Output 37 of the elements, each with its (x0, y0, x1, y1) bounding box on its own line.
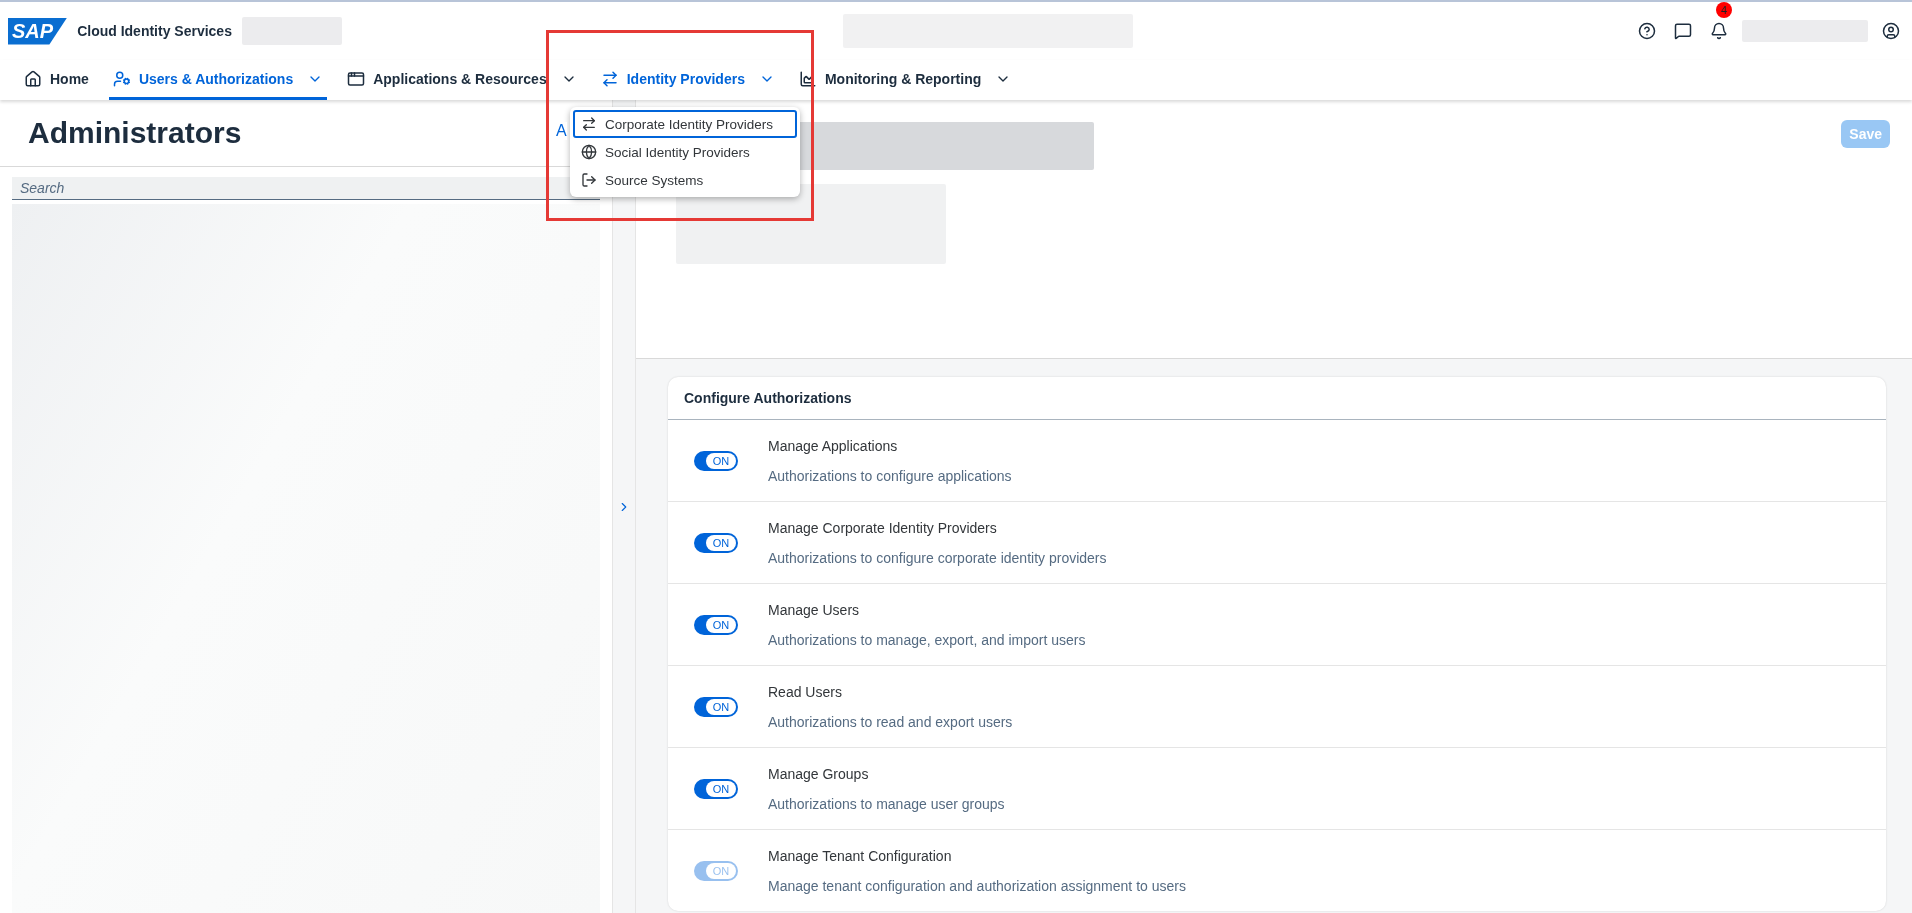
toggle-switch[interactable]: ON (694, 614, 738, 635)
authorization-name: Read Users (768, 683, 843, 700)
nav-tab[interactable]: Applications & Resources (343, 60, 581, 100)
authorization-name: Manage Groups (768, 765, 870, 782)
nav-tab[interactable]: Monitoring & Reporting (794, 60, 1016, 100)
nav-tab[interactable]: Users & Authorizations (108, 60, 328, 100)
exchange-arrows-icon (581, 116, 597, 132)
authorization-name: Manage Tenant Configuration (768, 847, 953, 864)
toggle-switch[interactable]: ON (694, 450, 738, 471)
card-title: Configure Authorizations (668, 377, 1886, 420)
authorization-name: Manage Corporate Identity Providers (768, 519, 998, 536)
nav-tab[interactable]: Identity Providers (596, 60, 779, 100)
page-title: Administrators (27, 115, 243, 151)
authorization-name: Manage Users (768, 601, 861, 618)
user-gear-icon (112, 69, 131, 88)
globe-icon (581, 144, 597, 160)
authorization-description: Manage tenant configuration and authorization assignment to users (768, 877, 1186, 894)
toggle-switch[interactable]: ON (694, 696, 738, 717)
authorization-description: Authorizations to manage, export, and import users (768, 631, 1086, 648)
menu-item[interactable]: Corporate Identity Providers (573, 110, 797, 138)
window-icon (347, 69, 366, 88)
authorization-description: Authorizations to manage user groups (768, 795, 1005, 812)
house-icon (24, 69, 42, 88)
authorization-description: Authorizations to read and export users (768, 713, 1013, 730)
search-field[interactable]: Search (12, 177, 600, 200)
toggle-switch[interactable]: ON (694, 532, 738, 553)
authorization-name: Manage Applications (768, 437, 899, 454)
product-name: Cloud Identity Services (77, 23, 232, 39)
notification-count: 4 (1716, 2, 1732, 18)
area-chart-icon (798, 69, 817, 88)
exit-icon (581, 172, 597, 188)
sap-logo: SAP (8, 17, 68, 45)
nav-tab[interactable]: Home (20, 60, 93, 100)
exchange-arrows-icon (600, 69, 619, 88)
authorization-description: Authorizations to configure corporate identity providers (768, 549, 1107, 566)
authorization-description: Authorizations to configure applications (768, 467, 1012, 484)
toggle-switch[interactable]: ON (694, 778, 738, 799)
